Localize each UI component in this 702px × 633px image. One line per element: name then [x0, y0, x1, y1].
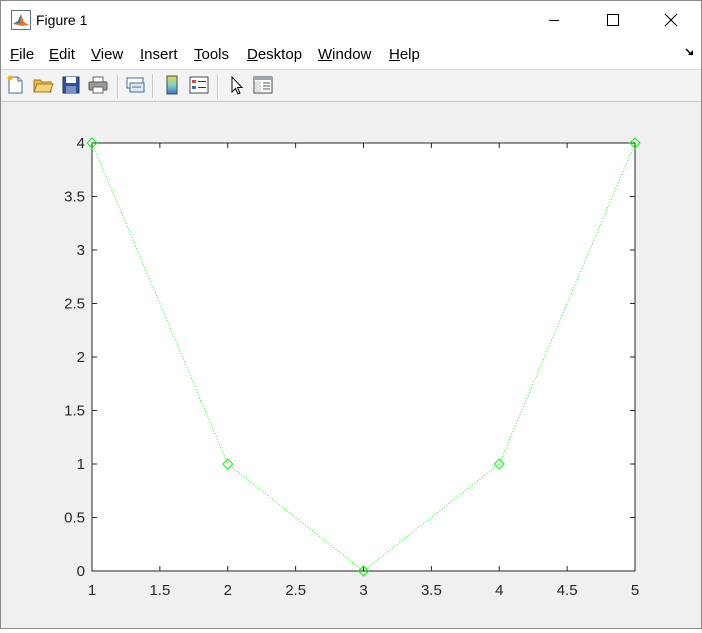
menu-view-mnemonic: V: [91, 46, 101, 63]
y-tick-label: 2.5: [64, 296, 85, 313]
insert-colorbar-icon[interactable]: [161, 74, 183, 96]
x-tick-label: 1.5: [149, 582, 170, 599]
y-tick-labels: 0 0.5 1 1.5 2 2.5 3 3.5 4: [64, 135, 85, 580]
open-file-icon[interactable]: [32, 74, 54, 96]
dock-arrow-icon[interactable]: [685, 47, 695, 57]
edit-plot-icon[interactable]: [226, 74, 248, 96]
y-tick-label: 2: [77, 349, 85, 366]
insert-legend-icon[interactable]: [188, 74, 210, 96]
menu-window-label: indow: [332, 46, 372, 63]
y-tick-label: 0: [77, 563, 85, 580]
print-icon[interactable]: [87, 74, 109, 96]
menu-insert[interactable]: Insert: [140, 46, 178, 63]
y-tick-label: 0.5: [64, 510, 85, 527]
x-tick-label: 5: [631, 582, 639, 599]
y-tick-label: 1: [77, 456, 85, 473]
menu-edit[interactable]: Edit: [49, 46, 75, 63]
menu-bar: File Edit View Insert Tools Desktop Wind…: [1, 39, 701, 70]
menu-window[interactable]: Window: [318, 46, 371, 63]
maximize-icon: [607, 14, 619, 26]
toolbar-separator: [217, 74, 219, 98]
menu-tools-mnemonic: T: [194, 46, 202, 63]
x-tick-label: 2: [224, 582, 232, 599]
close-icon: [664, 13, 678, 27]
y-tick-label: 3.5: [64, 189, 85, 206]
maximize-button[interactable]: [584, 1, 642, 39]
y-tick-label: 1.5: [64, 403, 85, 420]
y-tick-label: 3: [77, 242, 85, 259]
y-tick-label: 4: [77, 135, 85, 152]
menu-edit-label: dit: [59, 46, 75, 63]
toolbar-separator: [117, 74, 119, 98]
menu-file-mnemonic: F: [10, 46, 20, 63]
menu-desktop-mnemonic: D: [247, 46, 258, 63]
menu-edit-mnemonic: E: [49, 46, 60, 63]
menu-file-label: ile: [19, 46, 35, 63]
menu-window-mnemonic: W: [318, 46, 333, 63]
menu-file[interactable]: File: [10, 46, 34, 63]
menu-view[interactable]: View: [91, 46, 123, 63]
plot-axes[interactable]: 1 1.5 2 2.5 3 3.5 4 4.5 5 0 0.5 1 1.5 2 2.5 3 3.5 4: [1, 102, 701, 628]
x-tick-label: 2.5: [285, 582, 306, 599]
figure-window: Figure 1 File Edit View Insert Tools Des…: [0, 0, 702, 629]
toolbar-separator: [152, 74, 154, 98]
x-tick-label: 3: [359, 582, 367, 599]
axes-background: [92, 143, 635, 571]
close-button[interactable]: [642, 1, 700, 39]
x-tick-label: 1: [88, 582, 96, 599]
save-icon[interactable]: [60, 74, 82, 96]
menu-help[interactable]: Help: [389, 46, 420, 63]
menu-view-label: iew: [100, 46, 124, 63]
menu-help-mnemonic: H: [389, 46, 400, 63]
menu-tools[interactable]: Tools: [194, 46, 229, 63]
matlab-icon: [11, 10, 31, 30]
property-inspector-icon[interactable]: [252, 74, 274, 96]
toolbar: [1, 70, 701, 102]
title-bar[interactable]: Figure 1: [1, 1, 701, 39]
figure-canvas[interactable]: 1 1.5 2 2.5 3 3.5 4 4.5 5 0 0.5 1 1.5 2 2.5 3 3.5 4: [1, 102, 701, 628]
new-figure-icon[interactable]: [5, 74, 27, 96]
x-tick-label: 4: [495, 582, 503, 599]
link-plot-icon[interactable]: [124, 74, 146, 96]
minimize-button[interactable]: [525, 1, 583, 39]
x-tick-labels: 1 1.5 2 2.5 3 3.5 4 4.5 5: [88, 582, 639, 599]
menu-desktop-label: esktop: [257, 46, 303, 63]
menu-insert-label: nsert: [144, 46, 178, 63]
x-tick-label: 3.5: [421, 582, 442, 599]
window-title: Figure 1: [36, 12, 88, 28]
minimize-icon: [549, 20, 559, 21]
menu-tools-label: ools: [201, 46, 230, 63]
x-tick-label: 4.5: [557, 582, 578, 599]
menu-help-label: elp: [399, 46, 420, 63]
menu-desktop[interactable]: Desktop: [247, 46, 302, 63]
